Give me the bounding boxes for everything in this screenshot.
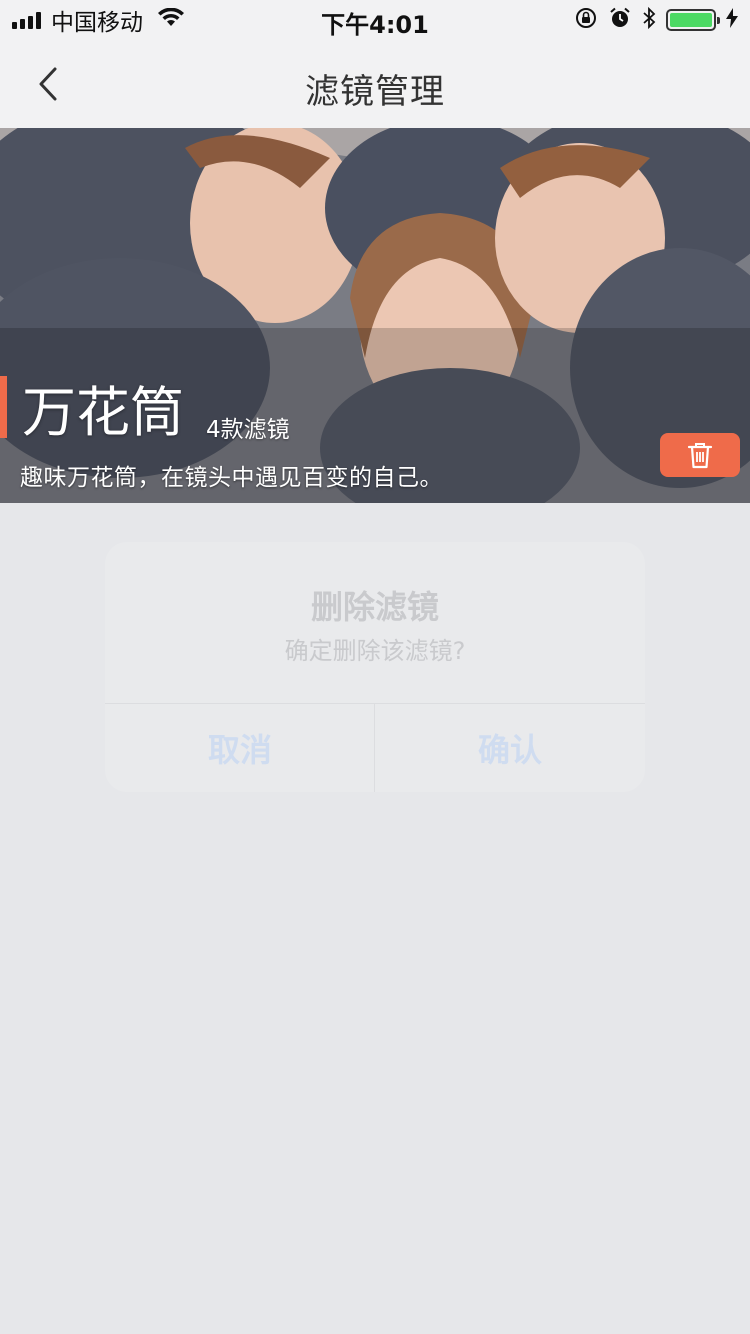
trash-icon xyxy=(687,443,713,469)
battery-fill xyxy=(670,13,712,27)
charging-icon xyxy=(726,8,738,32)
dialog-title: 删除滤镜 xyxy=(310,588,439,626)
delete-filter-button[interactable] xyxy=(660,433,740,477)
filter-banner[interactable]: 万花筒 4款滤镜 趣味万花筒，在镜头中遇见百变的自己。 xyxy=(0,128,750,503)
alarm-icon xyxy=(608,6,632,34)
navigation-bar: 滤镜管理 xyxy=(0,40,750,128)
filter-description: 趣味万花筒，在镜头中遇见百变的自己。 xyxy=(20,465,443,491)
page-title: 滤镜管理 xyxy=(305,72,445,112)
confirm-button[interactable]: 确认 xyxy=(375,704,645,792)
filter-count: 4款滤镜 xyxy=(206,417,290,443)
rotation-lock-icon xyxy=(574,6,598,34)
battery-icon xyxy=(666,9,720,31)
status-right xyxy=(574,6,738,34)
bluetooth-icon xyxy=(642,6,656,34)
filter-title: 万花筒 xyxy=(22,381,184,444)
delete-confirm-dialog: 删除滤镜 确定删除该滤镜? 取消 确认 xyxy=(105,542,645,792)
banner-accent-bar xyxy=(0,376,7,438)
status-bar: 中国移动 下午4:01 xyxy=(0,0,750,40)
dialog-message: 确定删除该滤镜? xyxy=(284,637,466,665)
cancel-button[interactable]: 取消 xyxy=(105,704,375,792)
